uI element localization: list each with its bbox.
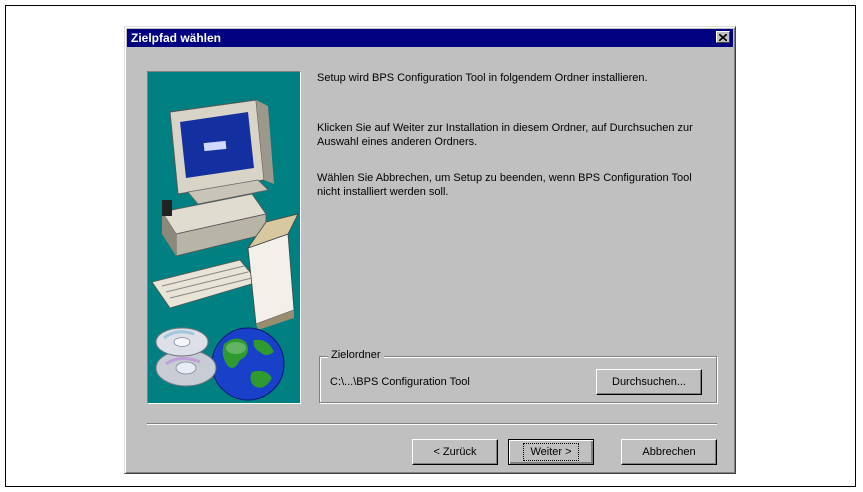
setup-illustration [147,71,301,404]
dialog-title: Zielpfad wählen [131,31,222,45]
back-button[interactable]: < Zurück [412,439,498,465]
next-button[interactable]: Weiter > [508,439,594,465]
setup-dialog: Zielpfad wählen Setup wird BPS Configura… [124,26,736,474]
close-button[interactable] [716,31,730,43]
cancel-info-text: Wählen Sie Abbrechen, um Setup zu beende… [317,172,692,198]
intro-text: Setup wird BPS Configuration Tool in fol… [317,72,648,84]
next-button-label: Weiter > [523,443,579,461]
cd-icon [155,327,217,387]
instructions-text: Klicken Sie auf Weiter zur Installation … [317,122,693,148]
destination-path: C:\...\BPS Configuration Tool [330,376,470,388]
separator [147,423,717,425]
destination-group-label: Zielordner [328,349,384,361]
illustration-art [151,99,299,401]
close-icon [719,33,727,41]
cancel-button[interactable]: Abbrechen [621,439,717,465]
globe-icon [211,327,285,401]
destination-groupbox: Zielordner C:\...\BPS Configuration Tool… [319,349,717,403]
computer-icon [151,99,299,330]
browse-button[interactable]: Durchsuchen... [596,369,702,395]
title-bar[interactable]: Zielpfad wählen [127,29,733,47]
